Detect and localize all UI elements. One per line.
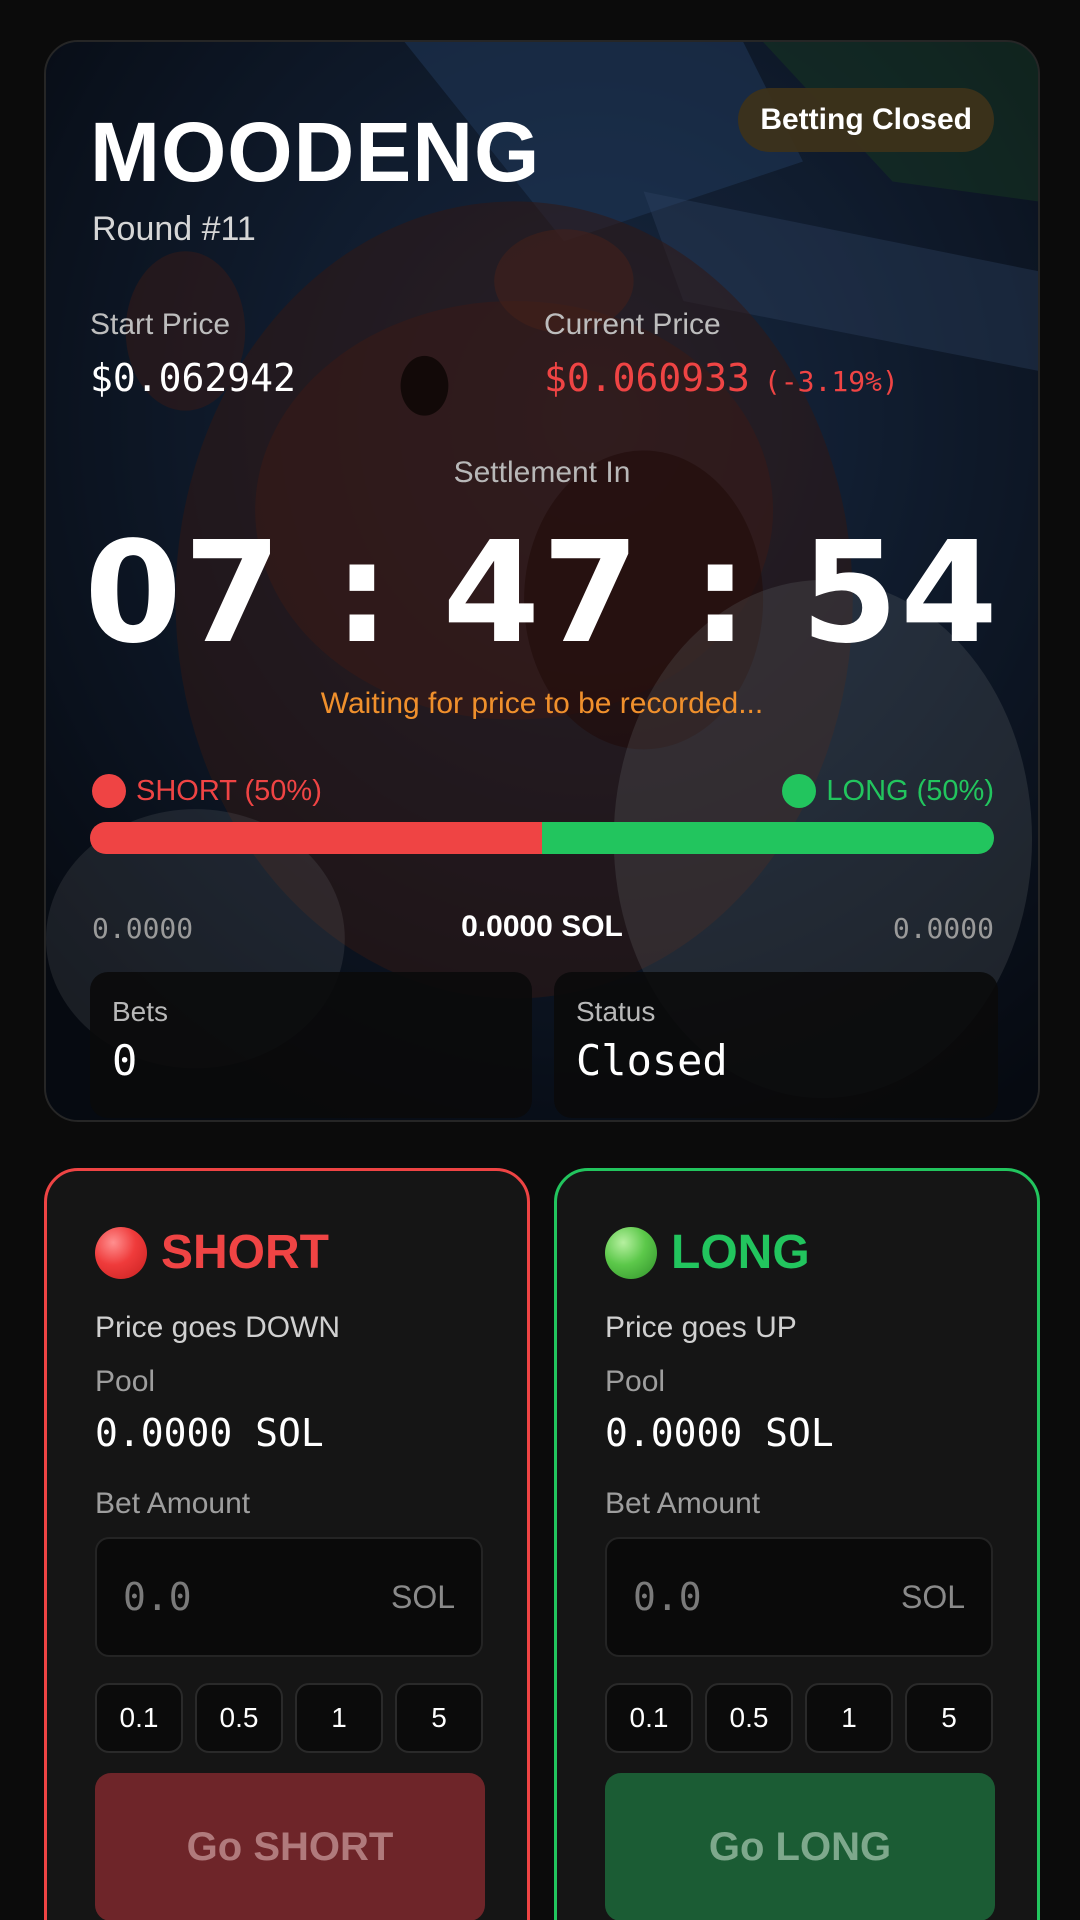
short-quick-amount-button[interactable]: 0.5 bbox=[195, 1683, 283, 1753]
current-price-value: $0.060933 (-3.19%) bbox=[544, 356, 899, 400]
status-label: Status bbox=[576, 996, 656, 1027]
start-price-label: Start Price bbox=[90, 308, 231, 341]
long-bet-card: LONG Price goes UP Pool 0.0000 SOL Bet A… bbox=[554, 1168, 1040, 1920]
green-dot-icon bbox=[782, 774, 817, 808]
short-bet-amount-input[interactable] bbox=[123, 1575, 323, 1619]
bets-count-box: Bets 0 bbox=[90, 972, 532, 1118]
round-card: MOODENG Round #11 Betting Closed Start P… bbox=[44, 40, 1040, 1122]
short-quick-amounts: 0.1 0.5 1 5 bbox=[95, 1683, 483, 1753]
red-circle-icon bbox=[95, 1226, 147, 1279]
round-number: Round #11 bbox=[92, 210, 256, 248]
long-card-header: LONG bbox=[605, 1225, 810, 1280]
short-bet-amount-field[interactable]: SOL bbox=[95, 1537, 483, 1657]
current-price: $0.060933 bbox=[544, 356, 750, 400]
settlement-label: Settlement In bbox=[453, 456, 631, 489]
current-price-label: Current Price bbox=[544, 308, 721, 341]
long-card-description: Price goes UP bbox=[605, 1311, 797, 1344]
short-pool-label: Pool bbox=[95, 1365, 156, 1398]
long-share-tag: LONG (50%) bbox=[782, 774, 994, 808]
go-short-button[interactable]: Go SHORT bbox=[95, 1773, 485, 1920]
short-bet-card: SHORT Price goes DOWN Pool 0.0000 SOL Be… bbox=[44, 1168, 530, 1920]
short-pool-value: 0.0000 SOL bbox=[95, 1411, 324, 1455]
total-pool-amount: 0.0000 SOL bbox=[461, 910, 623, 943]
bets-label: Bets bbox=[112, 996, 169, 1027]
long-quick-amount-button[interactable]: 0.5 bbox=[705, 1683, 793, 1753]
price-change-percent: (-3.19%) bbox=[763, 365, 899, 398]
short-card-title: SHORT bbox=[161, 1226, 329, 1279]
long-bet-amount-input[interactable] bbox=[633, 1575, 833, 1619]
long-pool-label: Pool bbox=[605, 1365, 666, 1398]
long-bet-amount-label: Bet Amount bbox=[605, 1487, 761, 1520]
long-quick-amount-button[interactable]: 0.1 bbox=[605, 1683, 693, 1753]
short-quick-amount-button[interactable]: 5 bbox=[395, 1683, 483, 1753]
long-quick-amount-button[interactable]: 1 bbox=[805, 1683, 893, 1753]
short-card-description: Price goes DOWN bbox=[95, 1311, 341, 1344]
short-amount-unit: SOL bbox=[390, 1578, 455, 1615]
short-pool-segment bbox=[90, 822, 542, 854]
waiting-message: Waiting for price to be recorded... bbox=[320, 687, 764, 720]
short-card-header: SHORT bbox=[95, 1225, 329, 1280]
long-amount-unit: SOL bbox=[900, 1578, 965, 1615]
pool-split-bar bbox=[90, 822, 994, 854]
countdown-timer: 07 : 47 : 54 bbox=[84, 512, 1000, 675]
coin-title: MOODENG bbox=[90, 105, 541, 199]
long-quick-amount-button[interactable]: 5 bbox=[905, 1683, 993, 1753]
long-pool-segment bbox=[542, 822, 994, 854]
short-share-label: SHORT (50%) bbox=[136, 774, 322, 807]
start-price-value: $0.062942 bbox=[90, 356, 296, 400]
betting-status-badge: Betting Closed bbox=[738, 88, 994, 152]
long-share-label: LONG (50%) bbox=[826, 774, 994, 807]
round-status-box: Status Closed bbox=[554, 972, 998, 1118]
long-card-title: LONG bbox=[671, 1226, 810, 1279]
bets-value: 0 bbox=[112, 1036, 138, 1085]
long-quick-amounts: 0.1 0.5 1 5 bbox=[605, 1683, 993, 1753]
short-quick-amount-button[interactable]: 1 bbox=[295, 1683, 383, 1753]
short-share-tag: SHORT (50%) bbox=[92, 774, 322, 808]
go-long-button[interactable]: Go LONG bbox=[605, 1773, 995, 1920]
short-bet-amount-label: Bet Amount bbox=[95, 1487, 251, 1520]
status-value: Closed bbox=[576, 1036, 728, 1085]
long-pool-value: 0.0000 SOL bbox=[605, 1411, 834, 1455]
short-quick-amount-button[interactable]: 0.1 bbox=[95, 1683, 183, 1753]
green-circle-icon bbox=[605, 1226, 657, 1279]
long-bet-amount-field[interactable]: SOL bbox=[605, 1537, 993, 1657]
red-dot-icon bbox=[92, 774, 126, 808]
long-pool-amount: 0.0000 bbox=[892, 912, 994, 945]
